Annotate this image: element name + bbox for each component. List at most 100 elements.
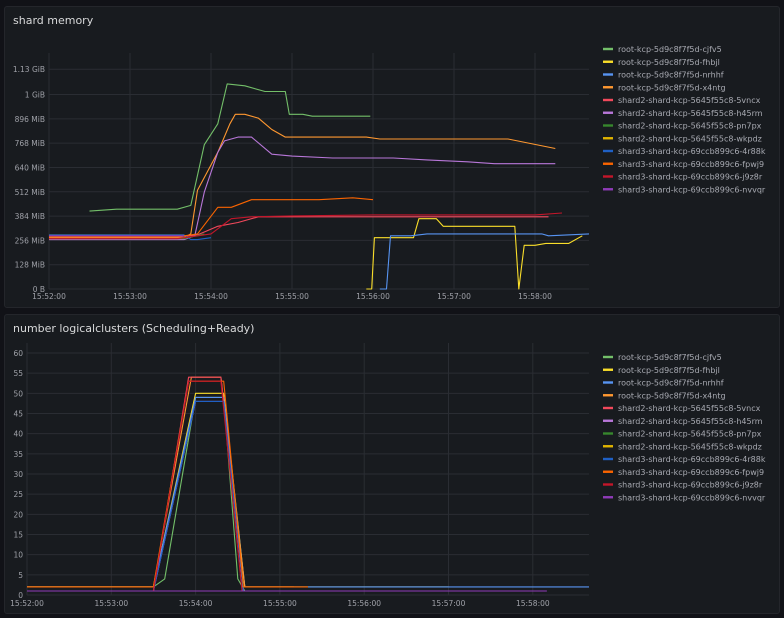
legend-label: root-kcp-5d9c8f7f5d-nrhhf xyxy=(618,379,724,388)
legend-label: shard3-shard-kcp-69ccb899c6-4r88k xyxy=(618,455,766,464)
grid xyxy=(48,53,589,290)
legend-label: shard3-shard-kcp-69ccb899c6-j9z8r xyxy=(618,173,763,182)
y-tick-label: 25 xyxy=(13,490,23,499)
legend-item[interactable]: shard2-shard-kcp-5645f55c8-h45rm xyxy=(603,109,763,118)
legend-label: shard2-shard-kcp-5645f55c8-wkpdz xyxy=(618,134,762,143)
legend-label: shard2-shard-kcp-5645f55c8-h45rm xyxy=(618,109,763,118)
logicalclusters-panel: number logicalclusters (Scheduling+Ready… xyxy=(4,314,780,614)
legend-label: root-kcp-5d9c8f7f5d-x4ntg xyxy=(618,83,726,92)
x-tick-label: 15:52:00 xyxy=(10,599,44,608)
series-line[interactable] xyxy=(49,136,556,241)
x-tick-label: 15:55:00 xyxy=(275,292,309,301)
series-line[interactable] xyxy=(27,400,407,592)
x-tick-label: 15:58:00 xyxy=(518,292,552,301)
series-line[interactable] xyxy=(49,113,556,239)
y-tick-label: 40 xyxy=(13,430,23,439)
legend-label: shard2-shard-kcp-5645f55c8-pn7px xyxy=(618,122,762,131)
x-tick-label: 15:52:00 xyxy=(32,292,66,301)
y-tick-label: 35 xyxy=(13,450,23,459)
y-tick-label: 10 xyxy=(13,551,23,560)
series-line[interactable] xyxy=(366,218,583,290)
legend-item[interactable]: shard3-shard-kcp-69ccb899c6-nvvqr xyxy=(603,493,766,502)
legend-item[interactable]: root-kcp-5d9c8f7f5d-cjfv5 xyxy=(603,45,722,54)
x-tick-label: 15:53:00 xyxy=(94,599,128,608)
x-tick-label: 15:55:00 xyxy=(263,599,297,608)
legend-label: shard2-shard-kcp-5645f55c8-5vncx xyxy=(618,404,761,413)
y-tick-label: 45 xyxy=(13,410,23,419)
x-tick-label: 15:56:00 xyxy=(347,599,381,608)
legend-label: root-kcp-5d9c8f7f5d-fhbjl xyxy=(618,58,720,67)
legend-label: shard2-shard-kcp-5645f55c8-h45rm xyxy=(618,417,763,426)
legend-label: root-kcp-5d9c8f7f5d-x4ntg xyxy=(618,391,726,400)
legend-label: shard3-shard-kcp-69ccb899c6-nvvqr xyxy=(618,493,766,502)
legend-item[interactable]: root-kcp-5d9c8f7f5d-fhbjl xyxy=(603,58,720,67)
legend-item[interactable]: shard2-shard-kcp-5645f55c8-wkpdz xyxy=(603,134,762,143)
legend-item[interactable]: shard2-shard-kcp-5645f55c8-h45rm xyxy=(603,417,763,426)
legend-item[interactable]: shard2-shard-kcp-5645f55c8-pn7px xyxy=(603,122,762,131)
legend-label: shard2-shard-kcp-5645f55c8-5vncx xyxy=(618,96,761,105)
legend-item[interactable]: shard2-shard-kcp-5645f55c8-wkpdz xyxy=(603,442,762,451)
y-tick-label: 640 MiB xyxy=(15,163,45,172)
y-tick-label: 15 xyxy=(13,531,23,540)
legend-item[interactable]: shard3-shard-kcp-69ccb899c6-nvvqr xyxy=(603,185,766,194)
y-tick-label: 50 xyxy=(13,389,23,398)
y-tick-label: 768 MiB xyxy=(15,139,45,148)
y-tick-label: 512 MiB xyxy=(15,188,45,197)
legend-label: root-kcp-5d9c8f7f5d-fhbjl xyxy=(618,366,720,375)
legend-item[interactable]: root-kcp-5d9c8f7f5d-cjfv5 xyxy=(603,353,722,362)
legend-item[interactable]: shard2-shard-kcp-5645f55c8-pn7px xyxy=(603,430,762,439)
legend-label: shard3-shard-kcp-69ccb899c6-j9z8r xyxy=(618,481,763,490)
logicalclusters-chart: 05101520253035404550556015:52:00 15:53:00… xyxy=(10,343,766,608)
y-tick-label: 60 xyxy=(13,349,23,358)
axes: 0 B128 MiB256 MiB384 MiB512 MiB640 MiB76… xyxy=(13,65,552,301)
legend-item[interactable]: shard3-shard-kcp-69ccb899c6-4r88k xyxy=(603,147,766,156)
y-tick-label: 30 xyxy=(13,470,23,479)
legend-item[interactable]: shard2-shard-kcp-5645f55c8-5vncx xyxy=(603,96,761,105)
y-tick-label: 896 MiB xyxy=(15,115,45,124)
x-tick-label: 15:57:00 xyxy=(437,292,471,301)
legend-item[interactable]: shard3-shard-kcp-69ccb899c6-4r88k xyxy=(603,455,766,464)
legend-item[interactable]: root-kcp-5d9c8f7f5d-nrhhf xyxy=(603,379,724,388)
y-tick-label: 5 xyxy=(18,571,23,580)
shard-memory-panel: shard memory 0 B 128 MiB 256 MiB 384 MiB 512… xyxy=(4,6,780,308)
x-tick-label: 15:56:00 xyxy=(356,292,390,301)
legend-label: shard3-shard-kcp-69ccb899c6-fpwj9 xyxy=(618,160,764,169)
legend-item[interactable]: root-kcp-5d9c8f7f5d-fhbjl xyxy=(603,366,720,375)
x-tick-label: 15:57:00 xyxy=(432,599,466,608)
y-tick-label: 256 MiB xyxy=(15,236,45,245)
x-tick-label: 15:58:00 xyxy=(516,599,550,608)
legend: root-kcp-5d9c8f7f5d-cjfv5 root-kcp-5d9c8f… xyxy=(603,353,766,502)
y-tick-label: 384 MiB xyxy=(15,212,45,221)
legend-label: shard3-shard-kcp-69ccb899c6-4r88k xyxy=(618,147,766,156)
series-line[interactable] xyxy=(27,400,449,592)
y-tick-label: 55 xyxy=(13,369,23,378)
legend-item[interactable]: shard3-shard-kcp-69ccb899c6-fpwj9 xyxy=(603,468,764,477)
y-tick-label: 20 xyxy=(13,510,23,519)
y-tick-label: 1 GiB xyxy=(25,91,45,100)
series-line[interactable] xyxy=(27,380,308,588)
legend-label: root-kcp-5d9c8f7f5d-nrhhf xyxy=(618,71,724,80)
legend-label: shard3-shard-kcp-69ccb899c6-fpwj9 xyxy=(618,468,764,477)
legend-label: shard3-shard-kcp-69ccb899c6-nvvqr xyxy=(618,185,766,194)
legend-item[interactable]: shard2-shard-kcp-5645f55c8-5vncx xyxy=(603,404,761,413)
shard-memory-chart: 0 B128 MiB256 MiB384 MiB512 MiB640 MiB76… xyxy=(13,45,766,301)
grid xyxy=(26,343,589,596)
legend-item[interactable]: root-kcp-5d9c8f7f5d-nrhhf xyxy=(603,71,724,80)
x-tick-label: 15:54:00 xyxy=(194,292,228,301)
legend: root-kcp-5d9c8f7f5d-cjfv5 root-kcp-5d9c8f… xyxy=(603,45,766,194)
legend-item[interactable]: shard3-shard-kcp-69ccb899c6-j9z8r xyxy=(603,173,763,182)
series-line[interactable] xyxy=(27,392,449,588)
y-tick-label: 1.13 GiB xyxy=(13,65,45,74)
legend-item[interactable]: root-kcp-5d9c8f7f5d-x4ntg xyxy=(603,391,726,400)
y-tick-label: 128 MiB xyxy=(15,261,45,270)
legend-item[interactable]: root-kcp-5d9c8f7f5d-x4ntg xyxy=(603,83,726,92)
series-line[interactable] xyxy=(379,233,590,290)
x-tick-label: 15:54:00 xyxy=(179,599,213,608)
legend-item[interactable]: shard3-shard-kcp-69ccb899c6-fpwj9 xyxy=(603,160,764,169)
x-tick-label: 15:53:00 xyxy=(113,292,147,301)
legend-label: shard2-shard-kcp-5645f55c8-pn7px xyxy=(618,430,762,439)
legend-label: root-kcp-5d9c8f7f5d-cjfv5 xyxy=(618,45,722,54)
legend-label: shard2-shard-kcp-5645f55c8-wkpdz xyxy=(618,442,762,451)
legend-item[interactable]: shard3-shard-kcp-69ccb899c6-j9z8r xyxy=(603,481,763,490)
legend-label: root-kcp-5d9c8f7f5d-cjfv5 xyxy=(618,353,722,362)
